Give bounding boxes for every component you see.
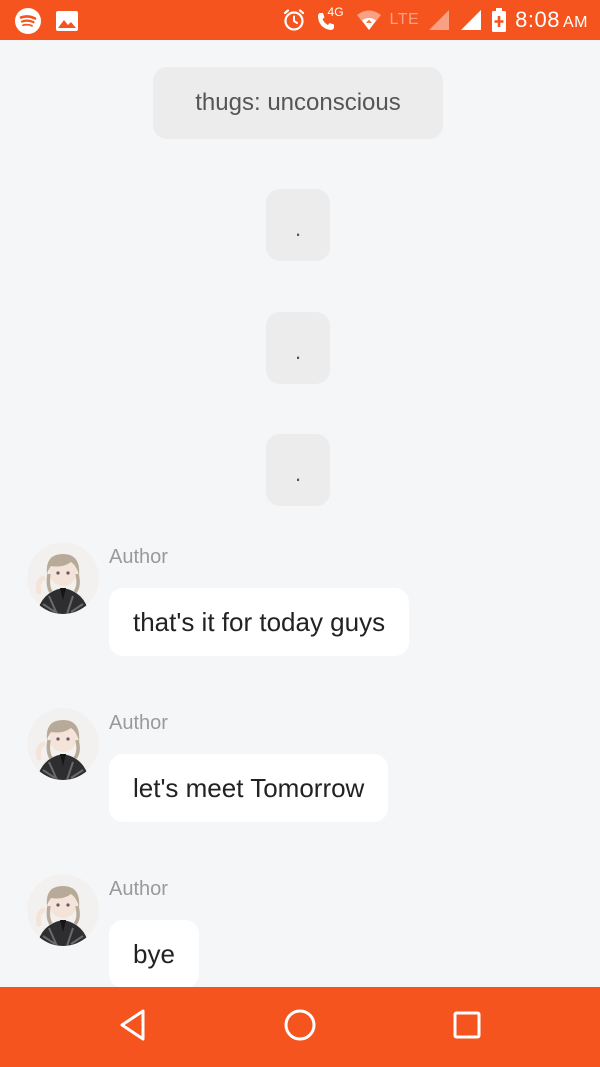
wifi-icon — [356, 9, 382, 31]
notification-icons — [14, 7, 79, 35]
gallery-icon — [55, 9, 79, 33]
lte-label: LTE — [389, 11, 420, 28]
message-bubble[interactable]: let's meet Tomorrow — [109, 754, 389, 822]
recents-icon — [451, 1009, 483, 1046]
back-icon — [117, 1007, 149, 1048]
author-name[interactable]: Author — [109, 546, 168, 569]
clock-ampm: AM — [563, 14, 588, 31]
home-icon — [282, 1007, 318, 1048]
avatar[interactable] — [27, 874, 99, 946]
clock-time: 8:08 — [515, 7, 560, 32]
avatar[interactable] — [27, 542, 99, 614]
author-name[interactable]: Author — [109, 712, 168, 735]
dot-bubble: . — [266, 312, 330, 384]
dot-bubble: . — [266, 434, 330, 506]
status-bar: 4G LTE 8:08 AM — [0, 0, 600, 40]
signal-icon — [459, 8, 483, 32]
back-button[interactable] — [113, 1007, 153, 1047]
author-name[interactable]: Author — [109, 878, 168, 901]
chat-feed[interactable]: thugs: unconscious . . . Author that's i… — [0, 40, 600, 987]
network-type-label: 4G — [327, 5, 344, 19]
battery-charging-icon — [491, 7, 507, 33]
narration-bubble: thugs: unconscious — [153, 67, 443, 139]
dot-bubble: . — [266, 189, 330, 261]
recents-button[interactable] — [447, 1007, 487, 1047]
avatar[interactable] — [27, 708, 99, 780]
spotify-icon — [14, 7, 42, 35]
message-bubble[interactable]: that's it for today guys — [109, 588, 410, 656]
home-button[interactable] — [280, 1007, 320, 1047]
clock: 8:08 AM — [515, 7, 588, 33]
system-icons: 4G LTE 8:08 AM — [282, 5, 588, 34]
message-bubble[interactable]: bye — [109, 920, 199, 987]
navigation-bar — [0, 987, 600, 1067]
volte-call-icon: 4G — [314, 5, 348, 34]
signal-icon — [427, 8, 451, 32]
alarm-icon — [282, 8, 306, 32]
